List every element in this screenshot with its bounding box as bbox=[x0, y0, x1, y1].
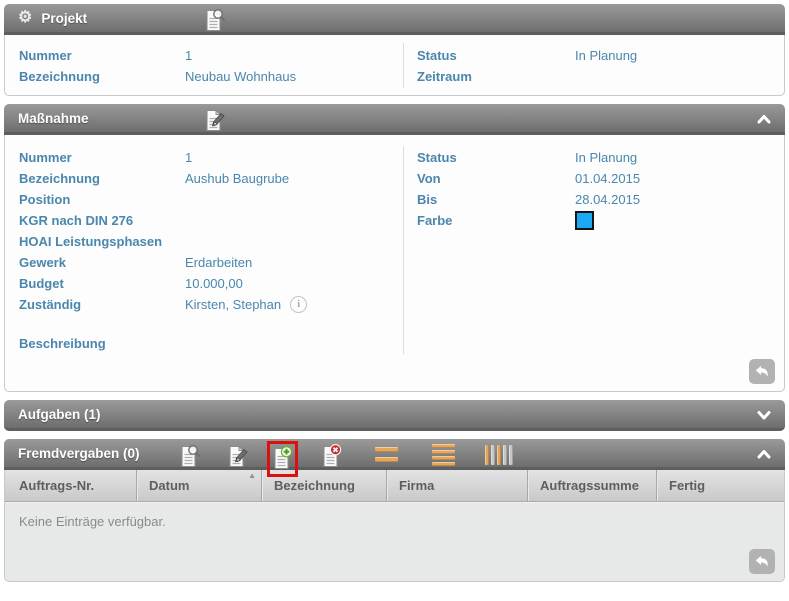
undo-button[interactable] bbox=[749, 549, 775, 574]
projekt-panel: ⚙ Projekt Nummer 1 Bezeichnung Neubau Wo… bbox=[4, 4, 785, 96]
field-row: Farbe bbox=[407, 210, 777, 231]
sort-ascending-icon: ▲ bbox=[248, 472, 256, 480]
field-value: 1 bbox=[185, 150, 192, 165]
field-label: Position bbox=[5, 192, 185, 207]
field-label: Zuständig bbox=[5, 297, 185, 312]
field-row: HOAI Leistungsphasen bbox=[5, 231, 784, 252]
edit-document-icon[interactable] bbox=[202, 107, 226, 134]
projekt-panel-header: ⚙ Projekt bbox=[4, 4, 785, 35]
projekt-title: Projekt bbox=[41, 11, 87, 26]
fremdvergaben-title: Fremdvergaben (0) bbox=[18, 446, 140, 461]
column-label: Bezeichnung bbox=[274, 478, 355, 493]
empty-message: Keine Einträge verfügbar. bbox=[5, 503, 784, 529]
field-value: 28.04.2015 bbox=[575, 192, 640, 207]
column-header-datum[interactable]: Datum ▲ bbox=[137, 470, 262, 501]
fremdvergaben-panel: Fremdvergaben (0) bbox=[4, 439, 785, 582]
edit-document-icon[interactable] bbox=[225, 443, 249, 470]
field-row: Zeitraum bbox=[407, 66, 777, 87]
massnahme-panel-body: Nummer 1 Bezeichnung Aushub Baugrube Pos… bbox=[4, 135, 785, 392]
column-header-auftragssumme[interactable]: Auftragssumme bbox=[528, 470, 657, 501]
add-document-icon[interactable] bbox=[270, 445, 294, 472]
column-label: Auftrags-Nr. bbox=[19, 478, 94, 493]
massnahme-title: Maßnahme bbox=[18, 111, 89, 126]
aufgaben-panel-header[interactable]: Aufgaben (1) bbox=[4, 400, 785, 431]
field-label: Bezeichnung bbox=[5, 171, 185, 186]
field-row: Beschreibung bbox=[5, 333, 784, 354]
field-row: Status In Planung bbox=[407, 45, 777, 66]
field-value: Kirsten, Stephan bbox=[185, 297, 281, 312]
collapse-chevron-icon[interactable] bbox=[756, 113, 772, 125]
page: ⚙ Projekt Nummer 1 Bezeichnung Neubau Wo… bbox=[0, 0, 789, 586]
field-row: Zuständig Kirsten, Stephan i bbox=[5, 294, 784, 315]
farbe-swatch bbox=[575, 211, 594, 230]
aufgaben-panel: Aufgaben (1) bbox=[4, 400, 785, 431]
field-value: In Planung bbox=[575, 150, 637, 165]
field-label: Gewerk bbox=[5, 255, 185, 270]
field-value: 10.000,00 bbox=[185, 276, 243, 291]
field-value: 1 bbox=[185, 48, 192, 63]
field-label: Zeitraum bbox=[407, 69, 575, 84]
field-label: Status bbox=[407, 150, 575, 165]
field-value: Erdarbeiten bbox=[185, 255, 252, 270]
column-header-auftrags-nr[interactable]: Auftrags-Nr. bbox=[5, 470, 137, 501]
massnahme-panel: Maßnahme Nummer 1 Bezeichnung Aushub Bau bbox=[4, 104, 785, 392]
field-label: Beschreibung bbox=[5, 336, 185, 351]
field-label: Status bbox=[407, 48, 575, 63]
info-icon[interactable]: i bbox=[290, 296, 307, 313]
field-row: Budget 10.000,00 bbox=[5, 273, 784, 294]
view-document-icon[interactable] bbox=[202, 7, 226, 34]
column-label: Datum bbox=[149, 478, 189, 493]
field-label: Farbe bbox=[407, 213, 575, 228]
add-icon-highlight bbox=[267, 441, 298, 477]
aufgaben-title: Aufgaben (1) bbox=[18, 407, 101, 422]
massnahme-panel-header[interactable]: Maßnahme bbox=[4, 104, 785, 135]
projekt-panel-body: Nummer 1 Bezeichnung Neubau Wohnhaus Sta… bbox=[4, 35, 785, 96]
columns-icon[interactable] bbox=[485, 445, 513, 465]
field-label: Nummer bbox=[5, 48, 185, 63]
field-row: Von 01.04.2015 bbox=[407, 168, 777, 189]
table-header-row: Auftrags-Nr. Datum ▲ Bezeichnung Firma A… bbox=[4, 470, 785, 502]
fremdvergaben-panel-header[interactable]: Fremdvergaben (0) bbox=[4, 439, 785, 470]
field-value: 01.04.2015 bbox=[575, 171, 640, 186]
field-value: Aushub Baugrube bbox=[185, 171, 289, 186]
column-label: Firma bbox=[399, 478, 434, 493]
column-label: Auftragssumme bbox=[540, 478, 639, 493]
field-row: Status In Planung bbox=[407, 147, 777, 168]
field-label: Von bbox=[407, 171, 575, 186]
column-label: Fertig bbox=[669, 478, 705, 493]
expand-chevron-icon[interactable] bbox=[756, 409, 772, 421]
collapse-chevron-icon[interactable] bbox=[756, 448, 772, 460]
undo-button[interactable] bbox=[749, 359, 775, 384]
expand-rows-icon[interactable] bbox=[432, 444, 455, 466]
field-label: Budget bbox=[5, 276, 185, 291]
delete-document-icon[interactable] bbox=[319, 443, 343, 470]
field-row: Bis 28.04.2015 bbox=[407, 189, 777, 210]
table-body: Keine Einträge verfügbar. bbox=[4, 502, 785, 582]
field-value: In Planung bbox=[575, 48, 637, 63]
field-label: Nummer bbox=[5, 150, 185, 165]
field-row: Gewerk Erdarbeiten bbox=[5, 252, 784, 273]
gear-icon: ⚙ bbox=[18, 10, 32, 26]
field-label: HOAI Leistungsphasen bbox=[5, 234, 185, 249]
field-label: Bis bbox=[407, 192, 575, 207]
field-value: Neubau Wohnhaus bbox=[185, 69, 296, 84]
field-label: Bezeichnung bbox=[5, 69, 185, 84]
view-document-icon[interactable] bbox=[177, 443, 201, 470]
column-header-fertig[interactable]: Fertig bbox=[657, 470, 784, 501]
column-header-firma[interactable]: Firma bbox=[387, 470, 528, 501]
collapse-rows-icon[interactable] bbox=[375, 447, 398, 462]
field-label: KGR nach DIN 276 bbox=[5, 213, 185, 228]
